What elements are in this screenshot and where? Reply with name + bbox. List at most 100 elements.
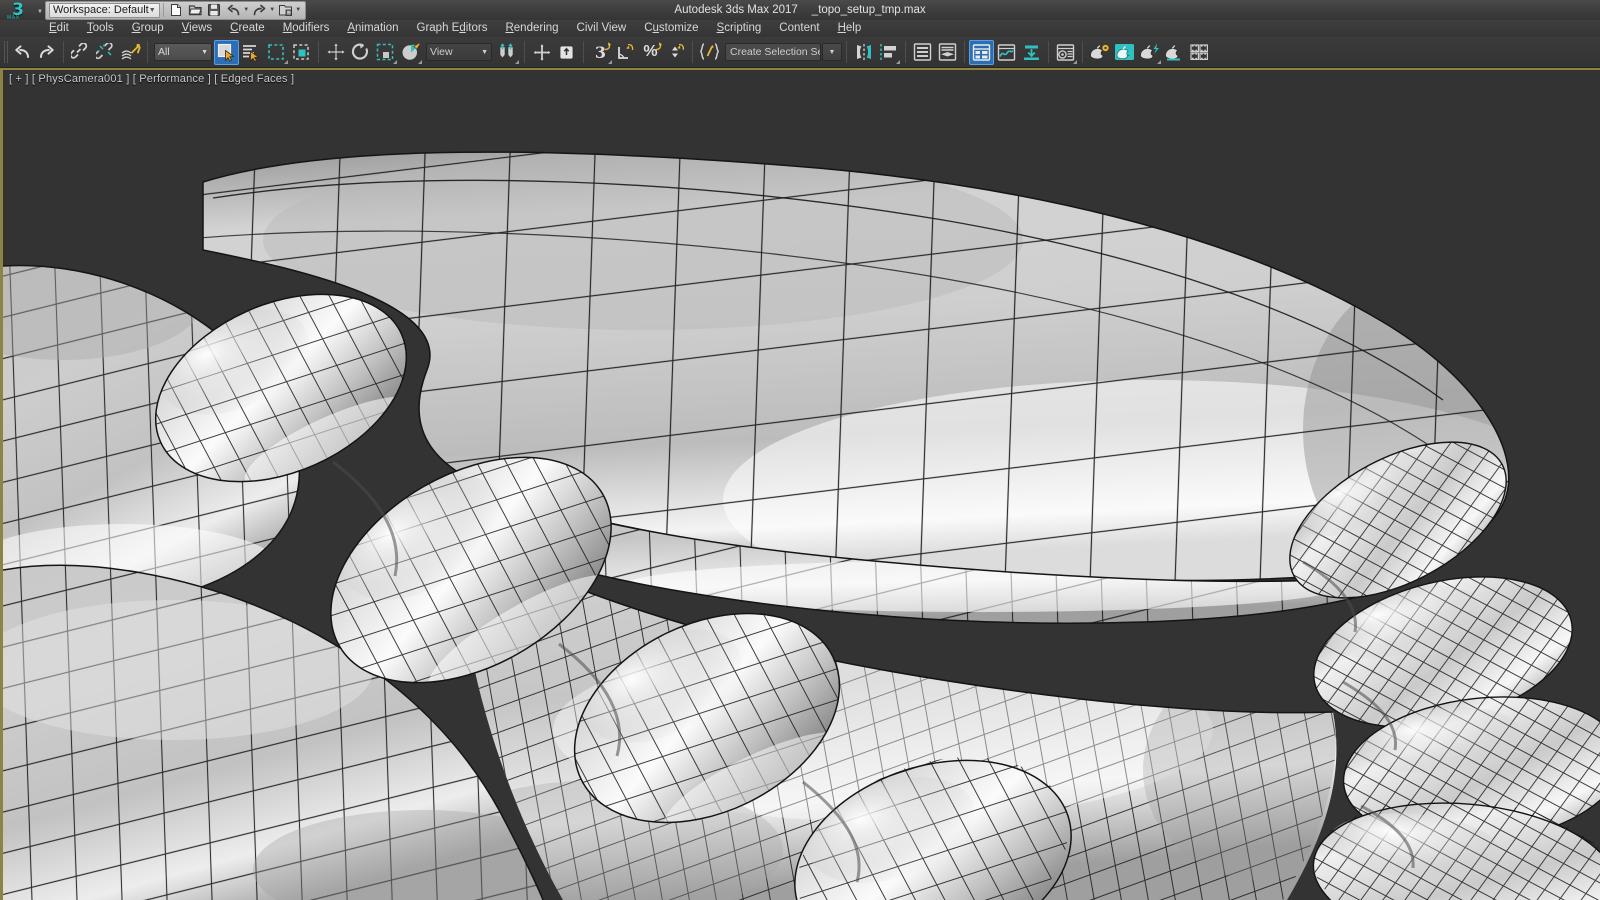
redo-button[interactable]	[34, 40, 59, 65]
flyout-indicator	[608, 59, 612, 64]
spinner-snap-toggle-button[interactable]	[663, 40, 688, 65]
bind-to-space-warp-button[interactable]	[118, 40, 143, 65]
named-selection-set-text: Create Selection Se	[730, 46, 821, 58]
toolbar-divider	[583, 41, 584, 63]
use-pivot-center-button[interactable]	[495, 40, 520, 65]
flyout-indicator	[1157, 59, 1161, 64]
render-setup-button[interactable]	[1087, 40, 1112, 65]
select-and-move-button[interactable]	[323, 40, 348, 65]
toolbar-divider	[318, 41, 319, 63]
viewport-label-general[interactable]: [ + ]	[9, 73, 29, 85]
curve-editor-button[interactable]	[994, 40, 1019, 65]
quick-access-toolbar: Workspace: Default ▼ ▼ ▼ ▼	[44, 0, 306, 20]
viewport-label-edged[interactable]: [ Edged Faces ]	[214, 73, 294, 85]
menu-item-animation[interactable]: Animation	[338, 20, 407, 37]
named-selection-set-field[interactable]: Create Selection Se	[725, 43, 821, 61]
menu-item-create[interactable]: Create	[221, 20, 274, 37]
qat-overflow-icon[interactable]: ▼	[295, 7, 302, 13]
toolbar-divider	[63, 41, 64, 63]
chevron-down-icon: ▼	[148, 6, 156, 14]
schematic-view-button[interactable]	[1019, 40, 1044, 65]
application-menu-button[interactable]: 3 MAX	[0, 0, 36, 21]
render-production-button[interactable]	[1137, 40, 1162, 65]
toolbar-divider	[692, 41, 693, 63]
flyout-indicator	[1073, 59, 1077, 64]
menu-item-group[interactable]: Group	[123, 20, 173, 37]
save-file-icon[interactable]	[205, 2, 224, 19]
window-crossing-button[interactable]	[289, 40, 314, 65]
perspective-viewport[interactable]: [ + ] [ PhysCamera001 ] [ Performance ] …	[3, 70, 1600, 900]
menu-bar: Edit Tools Group Views Create Modifiers …	[0, 20, 1600, 37]
menu-item-edit[interactable]: Edit	[40, 20, 78, 37]
keyboard-shortcut-override-button[interactable]	[554, 40, 579, 65]
flyout-indicator	[418, 59, 422, 64]
menu-item-rendering[interactable]: Rendering	[496, 20, 567, 37]
undo-button[interactable]	[9, 40, 34, 65]
reference-coordinate-system-combo[interactable]: View ▼	[426, 43, 492, 61]
flyout-indicator	[515, 59, 519, 64]
toolbar-divider	[905, 41, 906, 63]
toolbar-divider	[846, 41, 847, 63]
toolbar-grip[interactable]	[2, 39, 9, 65]
undo-dropdown-icon[interactable]: ▼	[243, 7, 250, 13]
activeshade-button[interactable]	[1187, 40, 1212, 65]
render-iterative-button[interactable]	[1162, 40, 1187, 65]
new-scene-icon[interactable]	[167, 2, 186, 19]
coordinate-system-value: View	[430, 46, 453, 58]
select-and-place-button[interactable]	[398, 40, 423, 65]
angle-snap-toggle-button[interactable]	[613, 40, 638, 65]
menu-item-civil-view[interactable]: Civil View	[568, 20, 636, 37]
select-by-name-button[interactable]	[239, 40, 264, 65]
material-editor-button[interactable]	[1053, 40, 1078, 65]
viewport-label-view[interactable]: [ PhysCamera001 ]	[32, 73, 130, 85]
redo-dropdown-icon[interactable]: ▼	[269, 7, 276, 13]
menu-item-scripting[interactable]: Scripting	[708, 20, 771, 37]
select-and-rotate-button[interactable]	[348, 40, 373, 65]
mirror-button[interactable]	[851, 40, 876, 65]
select-and-link-button[interactable]	[68, 40, 93, 65]
main-toolbar: All ▼ View ▼ 3 % Create Selection Se ▼	[0, 37, 1600, 68]
select-and-scale-button[interactable]	[373, 40, 398, 65]
toolbar-divider	[964, 41, 965, 63]
toggle-scene-explorer-button[interactable]	[969, 39, 994, 65]
percent-snap-toggle-button[interactable]: %	[638, 40, 663, 65]
flyout-indicator	[393, 59, 397, 64]
file-name-label: _topo_setup_tmp.max	[811, 4, 926, 16]
viewport-label-shading[interactable]: [ Performance ]	[133, 73, 211, 85]
toolbar-divider	[147, 41, 148, 63]
redo-icon[interactable]	[250, 2, 269, 19]
toggle-layer-explorer-button[interactable]	[910, 40, 935, 65]
selection-filter-value: All	[158, 46, 170, 58]
qat-divider	[162, 3, 164, 17]
open-file-icon[interactable]	[186, 2, 205, 19]
menu-item-modifiers[interactable]: Modifiers	[274, 20, 339, 37]
menu-item-tools[interactable]: Tools	[78, 20, 123, 37]
flyout-indicator	[284, 59, 288, 64]
menu-item-customize[interactable]: Customize	[635, 20, 707, 37]
snaps-toggle-button[interactable]: 3	[588, 40, 613, 65]
align-button[interactable]	[876, 40, 901, 65]
select-and-manipulate-button[interactable]	[529, 40, 554, 65]
select-object-button[interactable]	[214, 39, 239, 65]
named-selection-set-dropdown[interactable]: ▼	[822, 43, 842, 61]
viewport-label[interactable]: [ + ] [ PhysCamera001 ] [ Performance ] …	[9, 73, 294, 85]
toggle-ribbon-button[interactable]	[935, 40, 960, 65]
application-menu-chevron-icon[interactable]: ▼	[37, 9, 43, 15]
menu-item-help[interactable]: Help	[829, 20, 871, 37]
selection-filter-combo[interactable]: All ▼	[154, 43, 212, 61]
rendered-frame-window-button[interactable]	[1112, 40, 1137, 65]
toolbar-divider	[1082, 41, 1083, 63]
title-bar: 3 MAX ▼ Workspace: Default ▼ ▼ ▼ ▼ Autod…	[0, 0, 1600, 21]
workspace-selector[interactable]: Workspace: Default ▼	[48, 2, 160, 18]
edit-named-selection-sets-button[interactable]	[697, 40, 722, 65]
chevron-down-icon: ▼	[828, 48, 836, 56]
selection-region-button[interactable]	[264, 40, 289, 65]
viewport-panel[interactable]: [ + ] [ PhysCamera001 ] [ Performance ] …	[0, 68, 1600, 900]
chevron-down-icon: ▼	[481, 48, 488, 56]
menu-item-graph-editors[interactable]: Graph Editors	[408, 20, 497, 37]
menu-item-views[interactable]: Views	[173, 20, 221, 37]
undo-icon[interactable]	[224, 2, 243, 19]
unlink-selection-button[interactable]	[93, 40, 118, 65]
project-folder-icon[interactable]	[276, 2, 295, 19]
menu-item-content[interactable]: Content	[770, 20, 828, 37]
